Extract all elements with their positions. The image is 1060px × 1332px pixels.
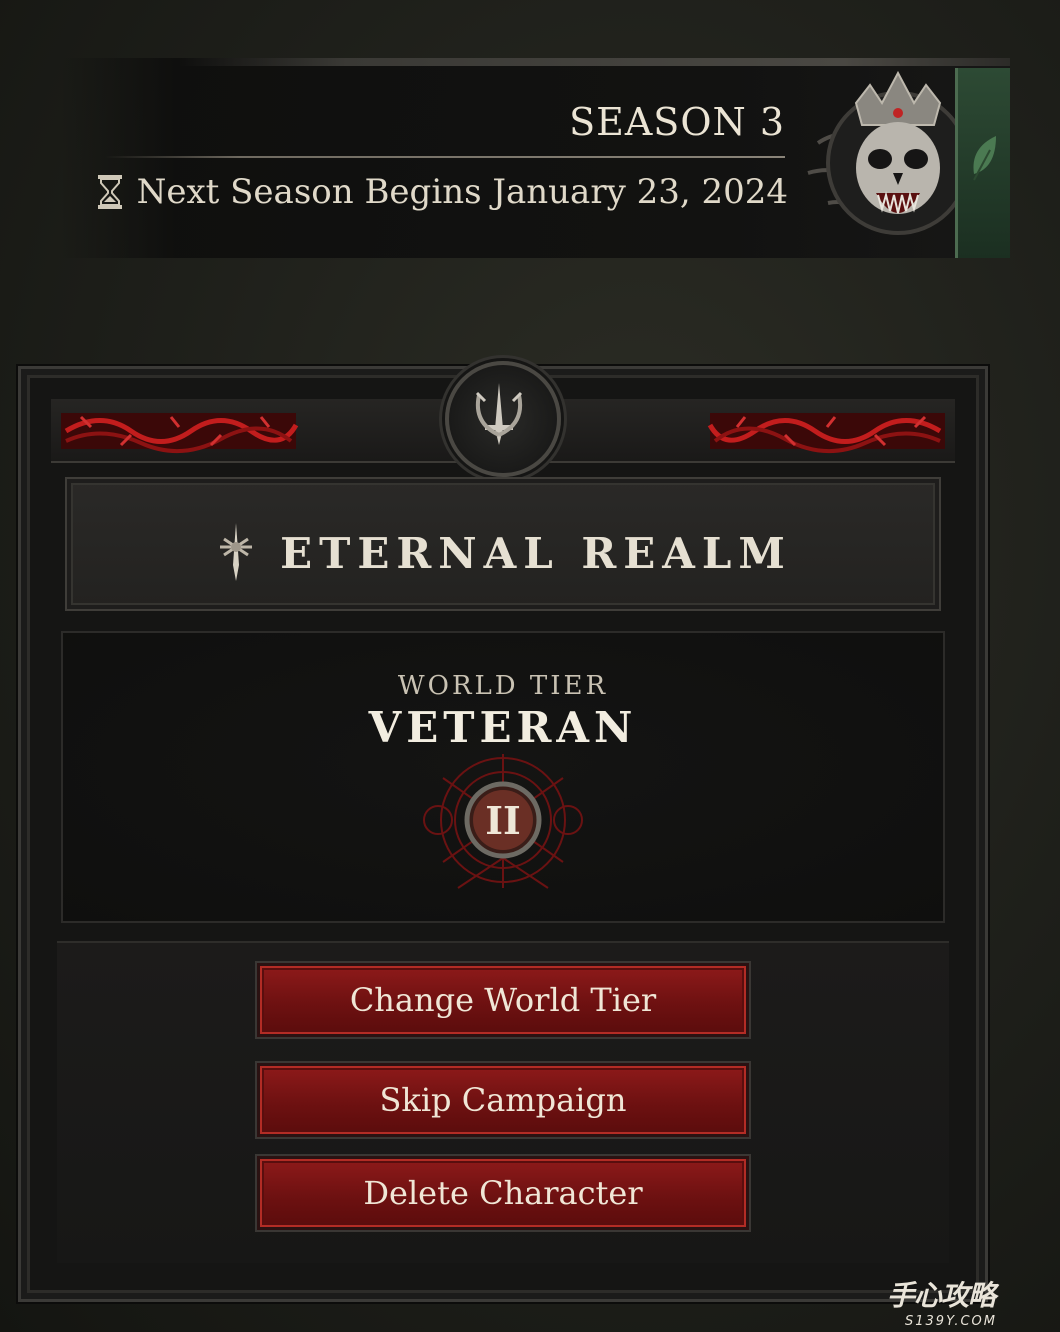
realm-title-row: ETERNAL REALM (67, 521, 939, 585)
world-tier-value: VETERAN (368, 703, 638, 752)
watermark-main: 手心攻略 (887, 1279, 996, 1312)
world-tier-numeral: II (485, 798, 521, 843)
leaf-icon (973, 136, 996, 181)
world-tier-label: WORLD TIER (397, 671, 609, 701)
realm-header: ETERNAL REALM (65, 477, 941, 611)
change-world-tier-button[interactable]: Change World Tier (257, 963, 749, 1037)
next-season-text: Next Season Begins January 23, 2024 (136, 172, 788, 212)
skip-campaign-button[interactable]: Skip Campaign (257, 1063, 749, 1137)
sword-scythe-icon (475, 383, 523, 445)
thorn-ornament-right (707, 413, 945, 453)
actions-area: Change World Tier Skip Campaign Delete C… (57, 941, 949, 1263)
hourglass-icon (97, 175, 122, 209)
next-season-info: Next Season Begins January 23, 2024 (95, 172, 788, 212)
world-tier-sigil-icon: II (423, 754, 583, 889)
season-banner: SEASON 3 Next Season Begins January 23, … (60, 58, 1010, 258)
season-divider (105, 156, 785, 158)
delete-character-button[interactable]: Delete Character (257, 1156, 749, 1230)
realm-panel: ETERNAL REALM WORLD TIER VETERAN II Chan… (18, 361, 988, 1302)
watermark-sub: S139Y.COM (905, 1314, 997, 1329)
site-watermark: 手心攻略 S139Y.COM (887, 1274, 1052, 1329)
season-title: SEASON 3 (569, 100, 785, 144)
crossed-weapons-medallion (445, 361, 561, 477)
side-tab[interactable] (955, 68, 1010, 258)
realm-title: ETERNAL REALM (280, 528, 792, 578)
thorn-ornament-left (61, 413, 299, 453)
world-tier-section: WORLD TIER VETERAN II (61, 631, 945, 923)
sword-icon (220, 523, 253, 581)
